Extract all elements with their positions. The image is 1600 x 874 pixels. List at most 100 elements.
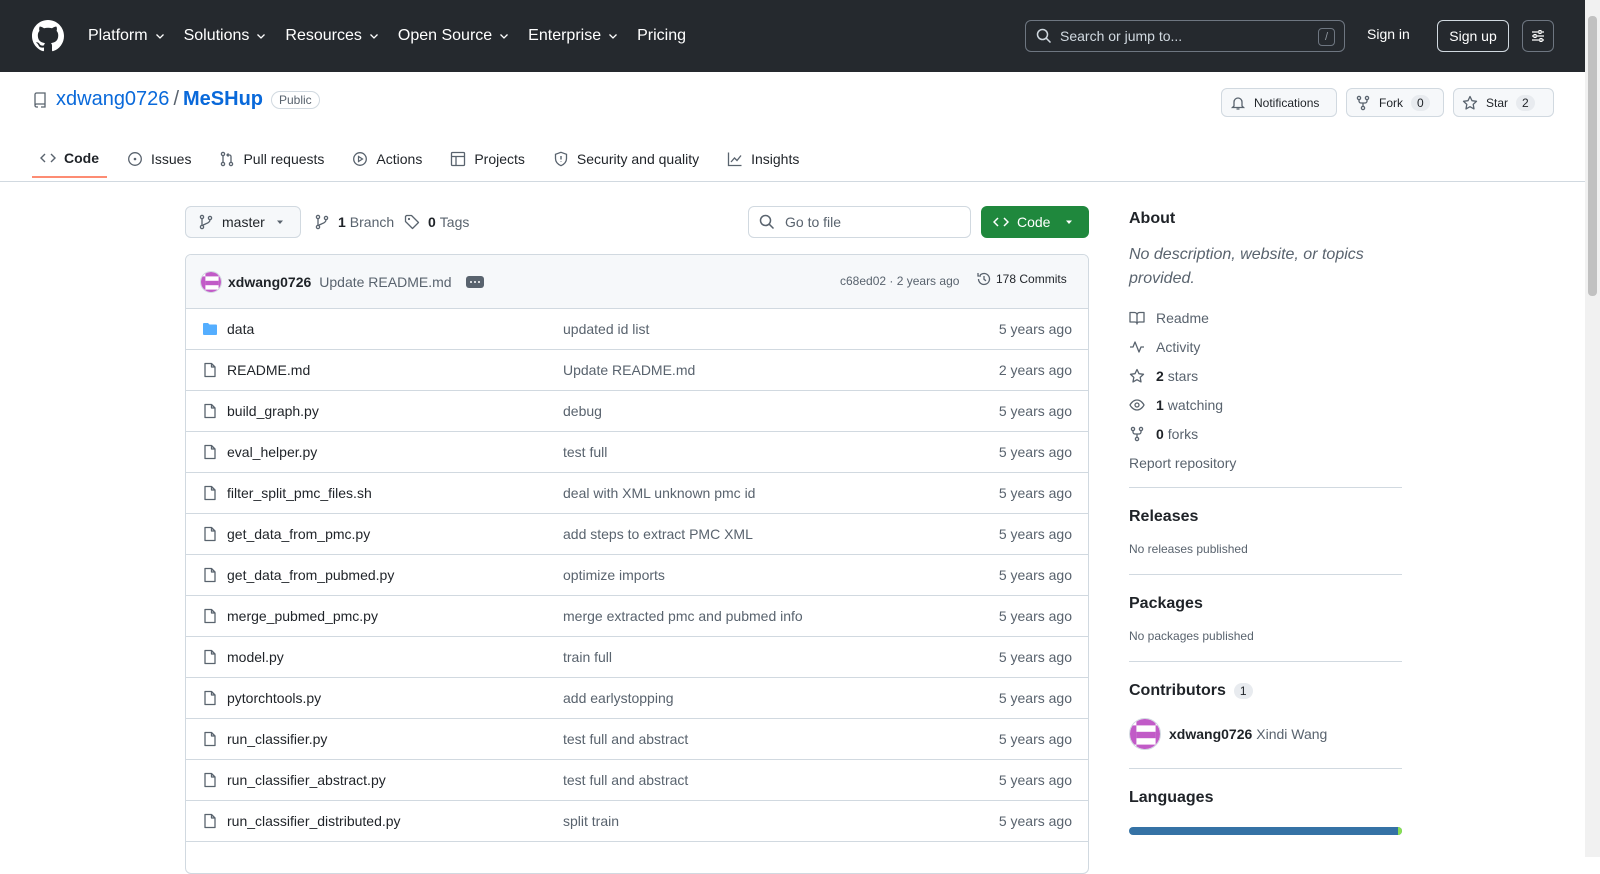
file-row[interactable]: pytorchtools.py add earlystopping 5 years … <box>186 678 1088 719</box>
file-row[interactable]: get_data_from_pmc.py add steps to extract… <box>186 514 1088 555</box>
repo-owner-link[interactable]: xdwang0726 <box>56 88 169 111</box>
file-name-link[interactable]: build_graph.py <box>227 403 319 419</box>
file-commit-message-link[interactable]: add earlystopping <box>563 690 674 706</box>
file-row[interactable]: run_classifier.py test full and abstract 5… <box>186 719 1088 760</box>
nav-enterprise[interactable]: Enterprise <box>528 27 619 45</box>
tab-label: Issues <box>151 151 192 167</box>
file-row[interactable]: merge_pubmed_pmc.py merge extracted pmc a… <box>186 596 1088 637</box>
commit-author-link[interactable]: xdwang0726 <box>228 274 311 290</box>
tab-issues[interactable]: Issues <box>119 140 199 178</box>
section-divider <box>1129 661 1402 662</box>
file-name-link[interactable]: merge_pubmed_pmc.py <box>227 608 378 624</box>
file-name-link[interactable]: eval_helper.py <box>227 444 317 460</box>
forks-link[interactable]: 0 forks <box>1129 419 1402 448</box>
tab-projects[interactable]: Projects <box>442 140 533 178</box>
sign-up-button[interactable]: Sign up <box>1437 20 1509 52</box>
nav-label: Enterprise <box>528 27 602 44</box>
github-logo-icon[interactable] <box>32 20 64 52</box>
repo-name-link[interactable]: MeSHup <box>183 88 263 111</box>
file-commit-message-link[interactable]: merge extracted pmc and pubmed info <box>563 608 803 624</box>
file-commit-message-link[interactable]: debug <box>563 403 602 419</box>
file-row[interactable]: data updated id list 5 years ago <box>186 309 1088 350</box>
file-row[interactable]: model.py train full 5 years ago <box>186 637 1088 678</box>
search-input[interactable]: Search or jump to... / <box>1025 20 1345 52</box>
file-commit-message-link[interactable]: test full and abstract <box>563 772 688 788</box>
settings-menu-button[interactable] <box>1522 20 1554 52</box>
report-repository-link[interactable]: Report repository <box>1129 448 1402 477</box>
file-commit-message-link[interactable]: optimize imports <box>563 567 665 583</box>
commits-history-link[interactable]: 178 Commits <box>976 271 1067 287</box>
readme-link[interactable]: Readme <box>1129 303 1402 332</box>
file-name-link[interactable]: get_data_from_pmc.py <box>227 526 370 542</box>
file-name-link[interactable]: filter_split_pmc_files.sh <box>227 485 372 501</box>
avatar[interactable] <box>1129 718 1161 750</box>
tag-label: Tags <box>439 214 470 230</box>
file-commit-message-link[interactable]: split train <box>563 813 619 829</box>
nav-resources[interactable]: Resources <box>285 27 379 45</box>
stars-link[interactable]: 2 stars <box>1129 361 1402 390</box>
file-name-link[interactable]: pytorchtools.py <box>227 690 321 706</box>
file-commit-message-link[interactable]: test full and abstract <box>563 731 688 747</box>
file-row[interactable]: run_classifier_abstract.py test full and … <box>186 760 1088 801</box>
commit-hash-time[interactable]: c68ed02 · 2 years ago <box>840 274 959 288</box>
tab-insights[interactable]: Insights <box>719 140 807 178</box>
code-dropdown-button[interactable]: Code <box>981 206 1089 238</box>
file-name-link[interactable]: run_classifier.py <box>227 731 327 747</box>
contributor-login[interactable]: xdwang0726 <box>1169 726 1252 742</box>
eye-icon <box>1129 398 1145 411</box>
file-commit-message-link[interactable]: add steps to extract PMC XML <box>563 526 753 542</box>
tags-link[interactable]: 0 Tags <box>404 214 469 230</box>
file-row[interactable]: filter_split_pmc_files.sh deal with XML u… <box>186 473 1088 514</box>
tab-pull-requests[interactable]: Pull requests <box>211 140 332 178</box>
file-name-link[interactable]: README.md <box>227 362 310 378</box>
language-bar-segment <box>1398 827 1402 835</box>
sign-in-link[interactable]: Sign in <box>1367 26 1410 42</box>
contributor-item[interactable]: xdwang0726 Xindi Wang <box>1129 718 1402 750</box>
search-icon <box>1036 28 1052 44</box>
file-row[interactable]: eval_helper.py test full 5 years ago <box>186 432 1088 473</box>
star-button[interactable]: Star 2 <box>1453 88 1554 117</box>
activity-link[interactable]: Activity <box>1129 332 1402 361</box>
releases-heading[interactable]: Releases <box>1129 508 1402 526</box>
file-commit-message-link[interactable]: updated id list <box>563 321 649 337</box>
file-row[interactable]: get_data_from_pubmed.py optimize imports 5… <box>186 555 1088 596</box>
file-commit-message-link[interactable]: test full <box>563 444 607 460</box>
file-name-link[interactable]: get_data_from_pubmed.py <box>227 567 394 583</box>
file-row[interactable]: README.md Update README.md 2 years ago <box>186 350 1088 391</box>
file-row[interactable]: build_graph.py debug 5 years ago <box>186 391 1088 432</box>
file-commit-message-link[interactable]: Update README.md <box>563 362 695 378</box>
repo-tabs: Code Issues Pull requests Actions Projec… <box>32 140 819 182</box>
avatar[interactable] <box>200 270 222 293</box>
ellipsis-icon[interactable] <box>465 275 484 288</box>
tab-code[interactable]: Code <box>32 140 107 178</box>
tab-actions[interactable]: Actions <box>344 140 430 178</box>
file-name-link[interactable]: run_classifier_abstract.py <box>227 772 386 788</box>
file-row[interactable]: run_classifier_distributed.py split train… <box>186 801 1088 842</box>
scrollbar-thumb[interactable] <box>1588 16 1597 296</box>
issue-icon <box>128 152 142 166</box>
forks-label: forks <box>1167 425 1199 442</box>
visibility-badge: Public <box>271 90 320 109</box>
packages-heading[interactable]: Packages <box>1129 595 1402 613</box>
file-commit-age: 5 years ago <box>998 813 1072 829</box>
contributors-heading[interactable]: Contributors <box>1129 682 1226 700</box>
fork-button[interactable]: Fork 0 <box>1346 88 1444 117</box>
nav-platform[interactable]: Platform <box>88 27 166 45</box>
tab-security[interactable]: Security and quality <box>545 140 707 178</box>
notifications-button[interactable]: Notifications <box>1221 88 1337 117</box>
file-name-link[interactable]: model.py <box>227 649 284 665</box>
branch-selector[interactable]: master <box>185 206 301 238</box>
identicon-icon <box>201 271 221 292</box>
file-name-link[interactable]: data <box>227 321 254 337</box>
commit-message-link[interactable]: Update README.md <box>319 274 451 290</box>
nav-pricing[interactable]: Pricing <box>637 27 686 45</box>
file-name-link[interactable]: run_classifier_distributed.py <box>227 813 401 829</box>
file-commit-message-link[interactable]: train full <box>563 649 612 665</box>
nav-open-source[interactable]: Open Source <box>398 27 510 45</box>
nav-solutions[interactable]: Solutions <box>184 27 268 45</box>
branches-link[interactable]: 1 Branch <box>314 214 394 230</box>
watching-link[interactable]: 1 watching <box>1129 390 1402 419</box>
go-to-file-input[interactable]: Go to file <box>748 206 971 238</box>
file-commit-age: 2 years ago <box>998 362 1072 378</box>
file-commit-message-link[interactable]: deal with XML unknown pmc id <box>563 485 755 501</box>
